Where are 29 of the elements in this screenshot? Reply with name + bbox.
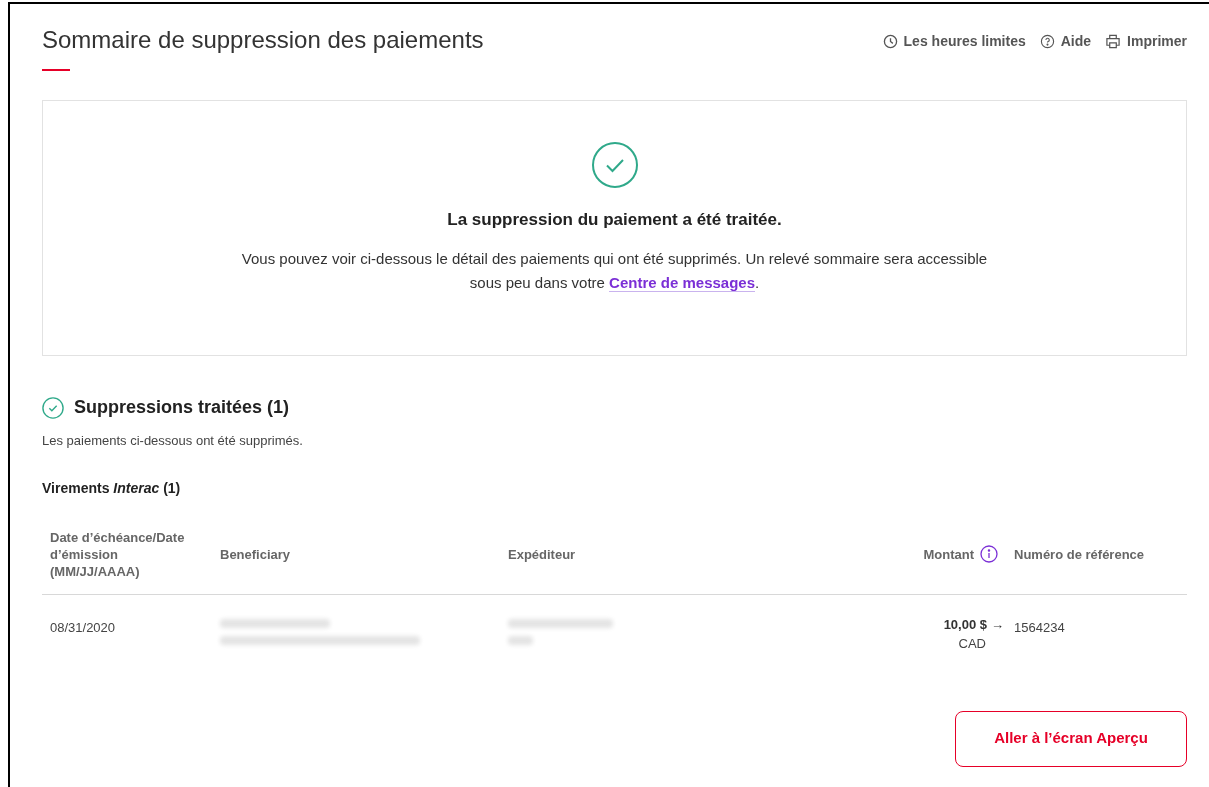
clock-icon [882, 34, 898, 49]
arrow-glyph: → [991, 615, 1004, 634]
checkmark-icon [590, 141, 639, 189]
redacted-text [508, 635, 533, 645]
header-link[interactable]: Aide [1039, 31, 1092, 52]
header-link[interactable]: Imprimer [1105, 31, 1187, 52]
confirmation-heading: La suppression du paiement a été traitée. [447, 209, 782, 231]
group-title: Virements Interac (1) [42, 478, 182, 498]
confirmation-message: Vous pouvez voir ci-dessous le détail des paiements qui ont été supprimés. Un relevé sommaire sera accessible sous peu dans votre Centre de messages. [240, 248, 989, 294]
page-title: Sommaire de suppression des paiements [42, 26, 484, 54]
section-heading: Suppressions traitées (1) [74, 396, 290, 419]
column-header: Numéro de référence [1014, 545, 1145, 563]
print-icon [1105, 34, 1122, 49]
title-underline [42, 69, 70, 71]
column-header: Beneficiary [220, 545, 291, 563]
reference-cell: 1564234 [1014, 619, 1065, 635]
info-icon[interactable] [980, 545, 998, 563]
column-header: Date d’échéance/Date d’émission (MM/JJ/AAAA) [50, 528, 186, 580]
message-centre-link[interactable]: Centre de messages [609, 273, 755, 292]
checkmark-icon [42, 396, 64, 419]
header-link[interactable]: Les heures limites [882, 31, 1026, 52]
date-cell: 08/31/2020 [50, 619, 116, 635]
help-icon [1039, 34, 1055, 49]
column-header: Montant [923, 545, 974, 563]
currency-label: CAD [958, 635, 986, 653]
amount-cell-text: 10,00 $ [943, 615, 987, 634]
section-description: Les paiements ci-dessous ont été supprimés. [42, 432, 304, 450]
overview-button[interactable]: Aller à l’écran Aperçu [955, 710, 1187, 767]
column-header: Expéditeur [508, 545, 576, 563]
